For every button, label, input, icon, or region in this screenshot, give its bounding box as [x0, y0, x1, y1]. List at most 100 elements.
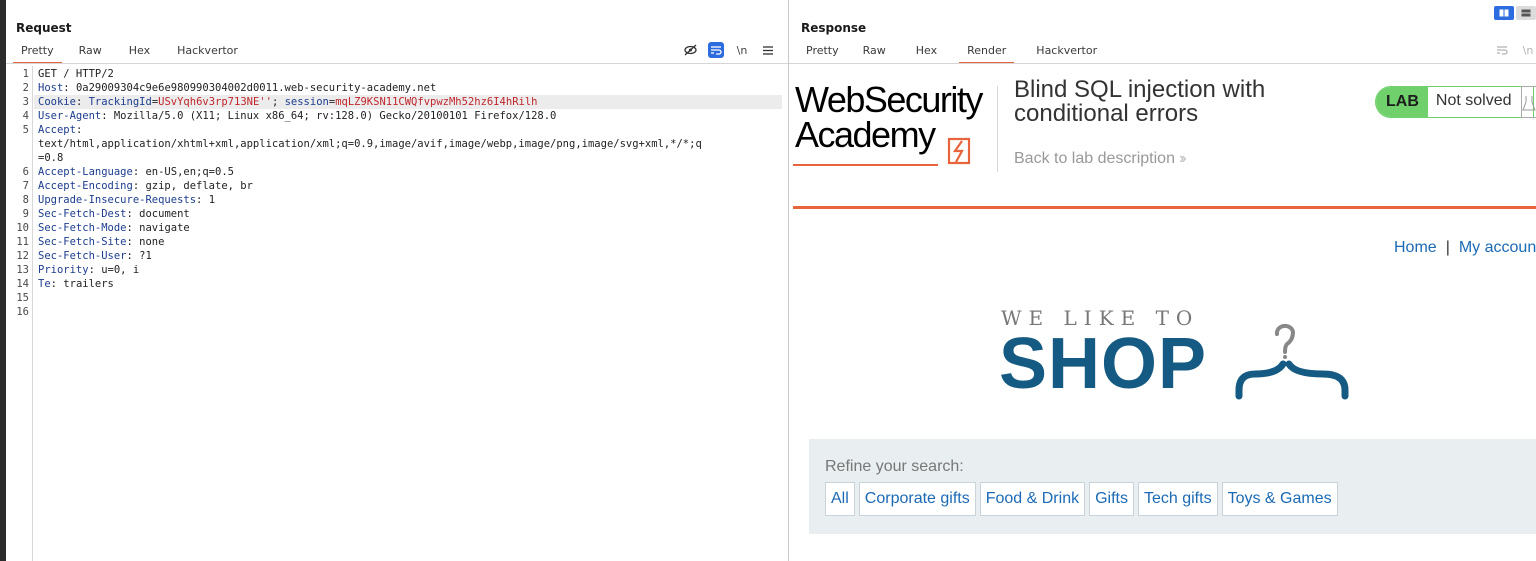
- code-line[interactable]: text/html,application/xhtml+xml,applicat…: [12, 137, 788, 151]
- double-chevron-right-icon: ››: [1178, 150, 1186, 167]
- request-toolbar: \n: [672, 42, 776, 58]
- request-editor[interactable]: 1 GET / HTTP/2 2 Host: 0a29009304c9e6e98099…: [12, 66, 788, 561]
- category-gifts[interactable]: Gifts: [1089, 482, 1134, 516]
- code-line[interactable]: =0.8: [12, 151, 788, 165]
- category-toys-games[interactable]: Toys & Games: [1221, 482, 1338, 516]
- line-code: text/html,application/xhtml+xml,applicat…: [38, 138, 702, 150]
- request-title: Request: [16, 21, 72, 35]
- code-line[interactable]: 15: [12, 291, 788, 305]
- code-line[interactable]: 14 Te: trailers: [12, 277, 788, 291]
- hero-title: SHOP: [999, 324, 1208, 404]
- request-tab-hackvertor[interactable]: Hackvertor: [177, 43, 238, 64]
- line-number: 10: [16, 222, 29, 234]
- line-code: Priority: u=0, i: [38, 264, 140, 276]
- line-number: 16: [16, 306, 29, 318]
- logo-bolt-icon: [947, 137, 971, 165]
- top-nav: Home | My account: [1394, 239, 1536, 257]
- code-line[interactable]: 7 Accept-Encoding: gzip, deflate, br: [12, 179, 788, 193]
- code-line[interactable]: 5 Accept:: [12, 123, 788, 137]
- line-code: Accept-Encoding: gzip, deflate, br: [38, 180, 253, 192]
- layout-toggle: [1494, 6, 1536, 20]
- line-number: 7: [22, 180, 29, 192]
- line-code: Cookie: TrackingId=USvYqh6v3rp713NE''; s…: [38, 96, 538, 108]
- hanger-icon: [1235, 323, 1349, 400]
- lab-status-widget: LAB Not solved: [1375, 86, 1535, 118]
- response-tab-hex[interactable]: Hex: [916, 43, 937, 64]
- line-code: Host: 0a29009304c9e6e980990304002d0011.w…: [38, 82, 437, 94]
- response-tab-render[interactable]: Render: [959, 43, 1015, 64]
- line-code: Accept:: [38, 124, 83, 136]
- line-number: 3: [22, 96, 29, 108]
- back-to-lab-link[interactable]: Back to lab description ››: [1014, 150, 1186, 168]
- rendered-page: WebSecurity Academy Blind SQL injection …: [793, 66, 1536, 561]
- line-code: Sec-Fetch-Mode: navigate: [38, 222, 190, 234]
- request-tabs: Pretty Raw Hex Hackvertor: [13, 43, 238, 64]
- line-code: Sec-Fetch-User: ?1: [38, 250, 152, 262]
- nav-my-account-link[interactable]: My account: [1459, 239, 1536, 256]
- menu-icon[interactable]: [760, 42, 776, 58]
- nav-home-link[interactable]: Home: [1394, 239, 1437, 256]
- line-code: =0.8: [38, 152, 64, 164]
- category-food-drink[interactable]: Food & Drink: [979, 482, 1086, 516]
- code-line[interactable]: 13 Priority: u=0, i: [12, 263, 788, 277]
- search-filter-panel: Refine your search: All Corporate gifts …: [809, 439, 1536, 534]
- code-line[interactable]: 10 Sec-Fetch-Mode: navigate: [12, 221, 788, 235]
- code-line[interactable]: 8 Upgrade-Insecure-Requests: 1: [12, 193, 788, 207]
- line-number: 9: [22, 208, 29, 220]
- line-code: Sec-Fetch-Site: none: [38, 236, 165, 248]
- code-line[interactable]: 11 Sec-Fetch-Site: none: [12, 235, 788, 249]
- split-horizontal-icon[interactable]: [1494, 6, 1514, 20]
- code-line[interactable]: 16: [12, 305, 788, 319]
- logo-text-line2: Academy: [795, 114, 936, 155]
- lab-badge: LAB: [1376, 87, 1427, 117]
- line-number: 4: [22, 110, 29, 122]
- request-tab-hex[interactable]: Hex: [129, 43, 150, 64]
- request-tab-divider: [6, 63, 788, 64]
- response-tab-hackvertor[interactable]: Hackvertor: [1036, 43, 1097, 64]
- wrap-lines-icon[interactable]: [1494, 42, 1510, 58]
- response-toolbar: \n: [1484, 42, 1536, 58]
- line-code: User-Agent: Mozilla/5.0 (X11; Linux x86_…: [38, 110, 557, 122]
- academy-logo[interactable]: WebSecurity Academy: [793, 80, 998, 166]
- line-number: 1: [22, 68, 29, 80]
- line-number: 6: [22, 166, 29, 178]
- response-tab-raw[interactable]: Raw: [863, 43, 886, 64]
- flask-icon: [1521, 86, 1536, 118]
- code-line[interactable]: 3 Cookie: TrackingId=USvYqh6v3rp713NE''; …: [12, 95, 788, 109]
- line-number: 11: [16, 236, 29, 248]
- refine-label: Refine your search:: [825, 458, 964, 475]
- category-tech-gifts[interactable]: Tech gifts: [1137, 482, 1218, 516]
- lab-title: Blind SQL injection with conditional err…: [1014, 76, 1266, 127]
- back-link-label: Back to lab description: [1014, 150, 1175, 167]
- line-number: 8: [22, 194, 29, 206]
- header-rule: [793, 206, 1536, 209]
- code-line[interactable]: 2 Host: 0a29009304c9e6e980990304002d0011.…: [12, 81, 788, 95]
- split-vertical-icon[interactable]: [1516, 6, 1536, 20]
- line-number: 13: [16, 264, 29, 276]
- header-separator: [997, 86, 998, 172]
- line-number: 15: [16, 292, 29, 304]
- code-line[interactable]: 1 GET / HTTP/2: [12, 67, 788, 81]
- newline-icon[interactable]: \n: [1520, 42, 1536, 58]
- wrap-lines-icon[interactable]: [708, 42, 724, 58]
- line-number: 5: [22, 124, 29, 136]
- line-code: Sec-Fetch-Dest: document: [38, 208, 190, 220]
- code-line[interactable]: 12 Sec-Fetch-User: ?1: [12, 249, 788, 263]
- request-tab-pretty[interactable]: Pretty: [13, 43, 62, 64]
- category-all[interactable]: All: [825, 482, 855, 516]
- code-line[interactable]: 9 Sec-Fetch-Dest: document: [12, 207, 788, 221]
- logo-underline: [793, 164, 938, 166]
- lab-status: Not solved: [1426, 87, 1534, 117]
- request-pane: Request Pretty Raw Hex Hackvertor \n 1 GE…: [6, 0, 788, 561]
- eye-slash-icon[interactable]: [682, 42, 698, 58]
- code-line[interactable]: 4 User-Agent: Mozilla/5.0 (X11; Linux x86…: [12, 109, 788, 123]
- response-tabs: Pretty Raw Hex Render Hackvertor: [806, 43, 1097, 64]
- request-tab-raw[interactable]: Raw: [79, 43, 102, 64]
- category-corporate-gifts[interactable]: Corporate gifts: [858, 482, 976, 516]
- response-tab-divider: [789, 63, 1536, 64]
- response-pane: Response Pretty Raw Hex Render Hackverto…: [789, 0, 1536, 561]
- newline-icon[interactable]: \n: [734, 42, 750, 58]
- code-line[interactable]: 6 Accept-Language: en-US,en;q=0.5: [12, 165, 788, 179]
- line-number: 2: [22, 82, 29, 94]
- response-tab-pretty[interactable]: Pretty: [806, 43, 839, 64]
